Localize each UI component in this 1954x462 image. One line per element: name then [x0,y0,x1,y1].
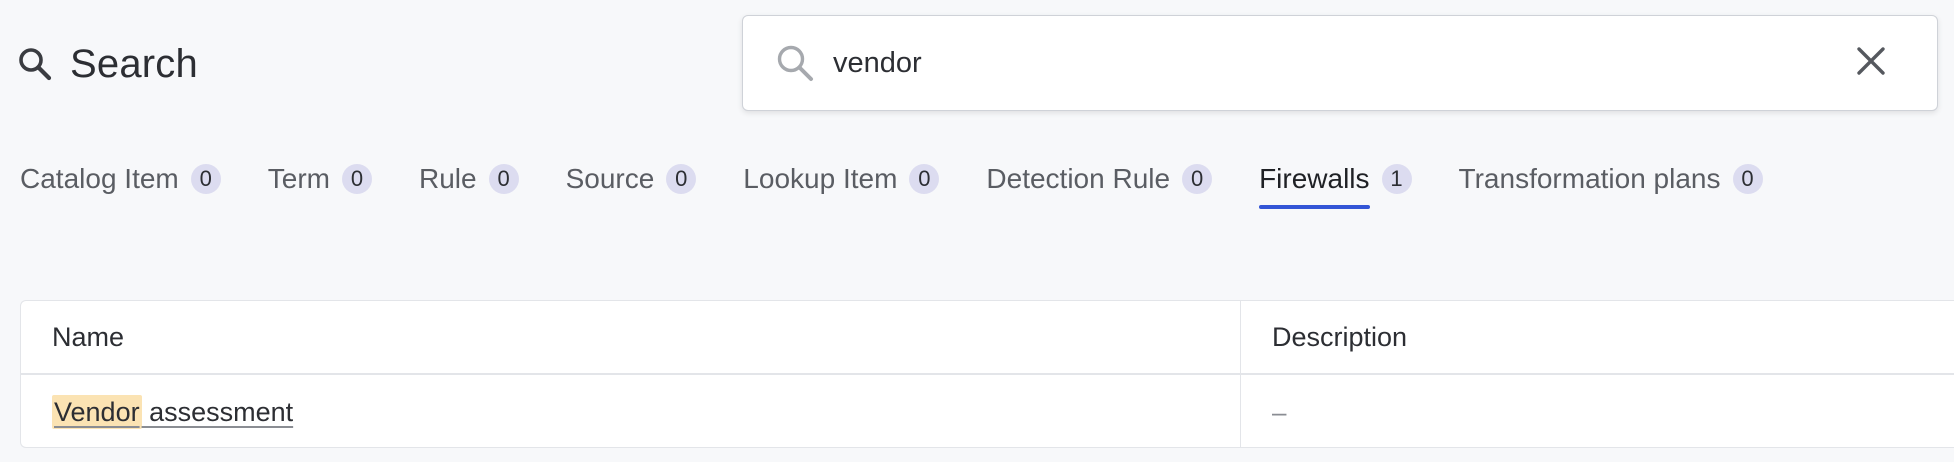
tab-count-badge: 0 [190,164,221,194]
tab-count-badge: 0 [1732,164,1763,194]
search-box[interactable] [742,15,1938,111]
tab-label: Rule [418,163,477,194]
page-title: Search [70,41,198,86]
tab-label: Transformation plans [1458,163,1721,194]
tab-term[interactable]: Term 0 [268,155,372,203]
column-header-name[interactable]: Name [21,301,1241,373]
description-value: – [1272,396,1287,427]
tab-label: Lookup Item [743,163,898,194]
results-table: Name Description Vendor assessment – [20,300,1954,448]
tab-count-badge: 0 [909,164,940,194]
tab-count-badge: 0 [666,164,697,194]
tab-source[interactable]: Source 0 [566,155,697,203]
result-name-rest: assessment [141,396,294,427]
name-cell: Vendor assessment [21,375,1241,447]
column-header-description[interactable]: Description [1241,301,1954,373]
tab-label: Catalog Item [20,163,179,194]
close-icon [1856,46,1886,81]
tab-count-badge: 0 [488,164,519,194]
tab-transformation-plans[interactable]: Transformation plans 0 [1459,155,1763,203]
tab-label: Source [565,163,655,194]
description-cell: – [1241,375,1954,447]
tab-lookup-item[interactable]: Lookup Item 0 [743,155,940,203]
result-name-link[interactable]: Vendor assessment [52,394,294,429]
table-row[interactable]: Vendor assessment – [21,375,1954,447]
tab-detection-rule[interactable]: Detection Rule 0 [986,155,1213,203]
search-match-highlight: Vendor [52,394,142,429]
tab-count-badge: 0 [341,164,372,194]
tab-rule[interactable]: Rule 0 [419,155,519,203]
tab-label: Firewalls [1259,155,1371,209]
search-input[interactable] [833,38,1843,88]
result-type-tabs: Catalog Item 0 Term 0 Rule 0 Source 0 Lo… [20,155,1810,209]
tab-label: Detection Rule [986,163,1171,194]
tab-label: Term [267,163,330,194]
table-header: Name Description [21,301,1954,375]
search-icon [775,43,815,83]
tab-catalog-item[interactable]: Catalog Item 0 [20,155,221,203]
tab-count-badge: 0 [1182,164,1213,194]
tab-count-badge: 1 [1381,164,1412,194]
page-header: Search [18,34,198,94]
clear-search-button[interactable] [1843,35,1899,91]
tab-firewalls[interactable]: Firewalls 1 [1259,155,1412,209]
search-icon [18,47,52,81]
